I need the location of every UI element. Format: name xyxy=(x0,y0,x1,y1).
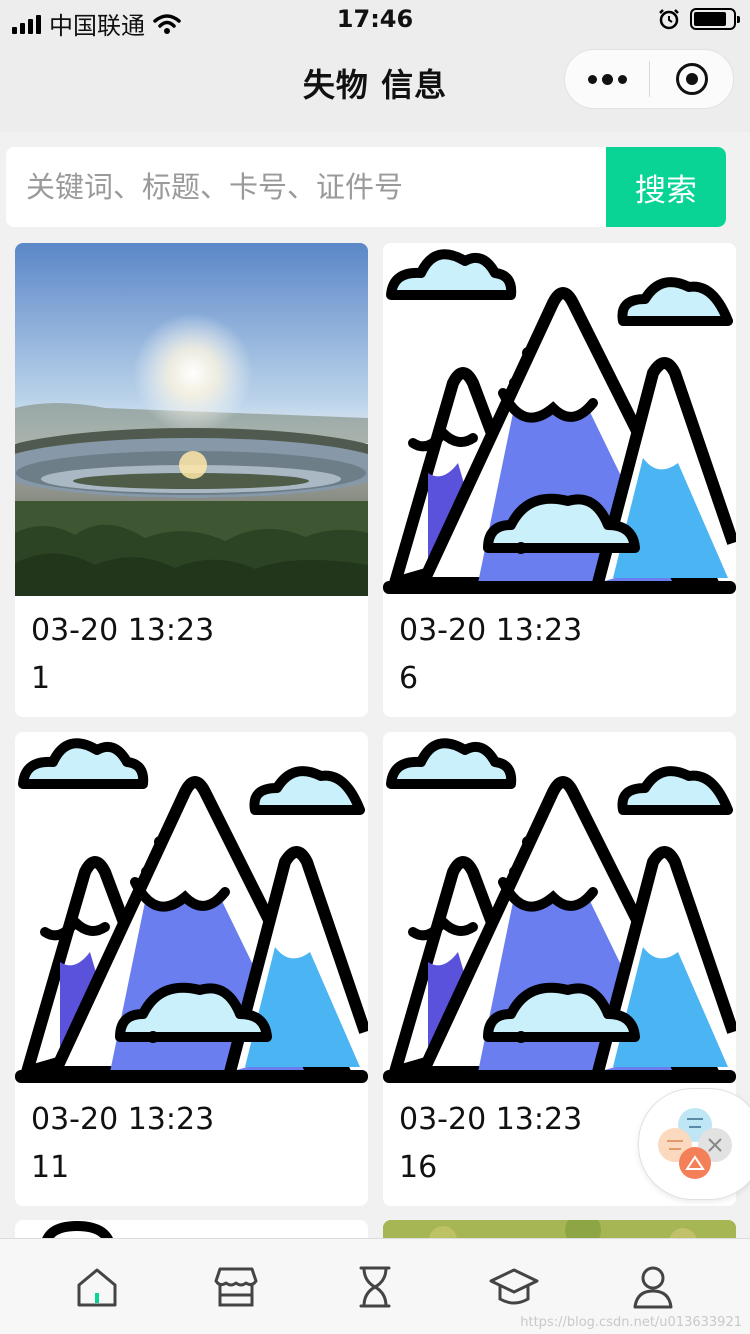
tab-store[interactable] xyxy=(196,1247,276,1327)
status-right xyxy=(658,8,740,30)
mountain-illustration-image xyxy=(15,732,368,1085)
tab-hourglass[interactable] xyxy=(335,1247,415,1327)
home-icon xyxy=(77,1268,117,1306)
item-date: 03-20 13:23 xyxy=(31,1102,215,1137)
nav-bar: 失物 信息 xyxy=(0,40,750,132)
logo-icon xyxy=(658,1108,732,1179)
search-bar: 搜索 xyxy=(6,147,726,227)
close-button[interactable] xyxy=(650,63,733,95)
graduation-cap-icon xyxy=(489,1268,539,1304)
search-button[interactable]: 搜索 xyxy=(606,147,726,227)
item-number: 1 xyxy=(31,661,51,696)
item-photo xyxy=(15,243,368,596)
item-date: 03-20 13:23 xyxy=(31,613,215,648)
store-icon xyxy=(214,1267,258,1306)
status-time: 17:46 xyxy=(336,5,414,33)
close-target-icon xyxy=(675,63,708,95)
hourglass-icon xyxy=(359,1266,391,1307)
more-icon[interactable] xyxy=(565,73,649,85)
item-number: 11 xyxy=(31,1150,70,1185)
item-date: 03-20 13:23 xyxy=(399,613,583,648)
item-date: 03-20 13:23 xyxy=(399,1102,583,1137)
floating-logo-button[interactable] xyxy=(638,1088,750,1200)
search-input[interactable] xyxy=(6,147,606,227)
tab-bar: https://blog.csdn.net/u013633921 xyxy=(0,1238,750,1334)
watermark-text: https://blog.csdn.net/u013633921 xyxy=(520,1315,742,1330)
item-card[interactable]: 03-20 13:23 11 xyxy=(15,732,368,1206)
status-bar: 中国联通 17:46 xyxy=(0,0,750,40)
item-card[interactable]: 03-20 13:23 6 xyxy=(383,243,736,717)
user-icon xyxy=(633,1266,673,1308)
item-card[interactable]: 03-20 13:23 1 xyxy=(15,243,368,717)
item-number: 16 xyxy=(399,1150,438,1185)
alarm-icon xyxy=(659,9,679,30)
mountain-illustration-image xyxy=(383,732,736,1085)
capsule-menu xyxy=(564,49,734,109)
mountain-illustration-image xyxy=(383,243,736,596)
battery-icon xyxy=(690,8,740,30)
item-number: 6 xyxy=(399,661,419,696)
tab-home[interactable] xyxy=(57,1247,137,1327)
